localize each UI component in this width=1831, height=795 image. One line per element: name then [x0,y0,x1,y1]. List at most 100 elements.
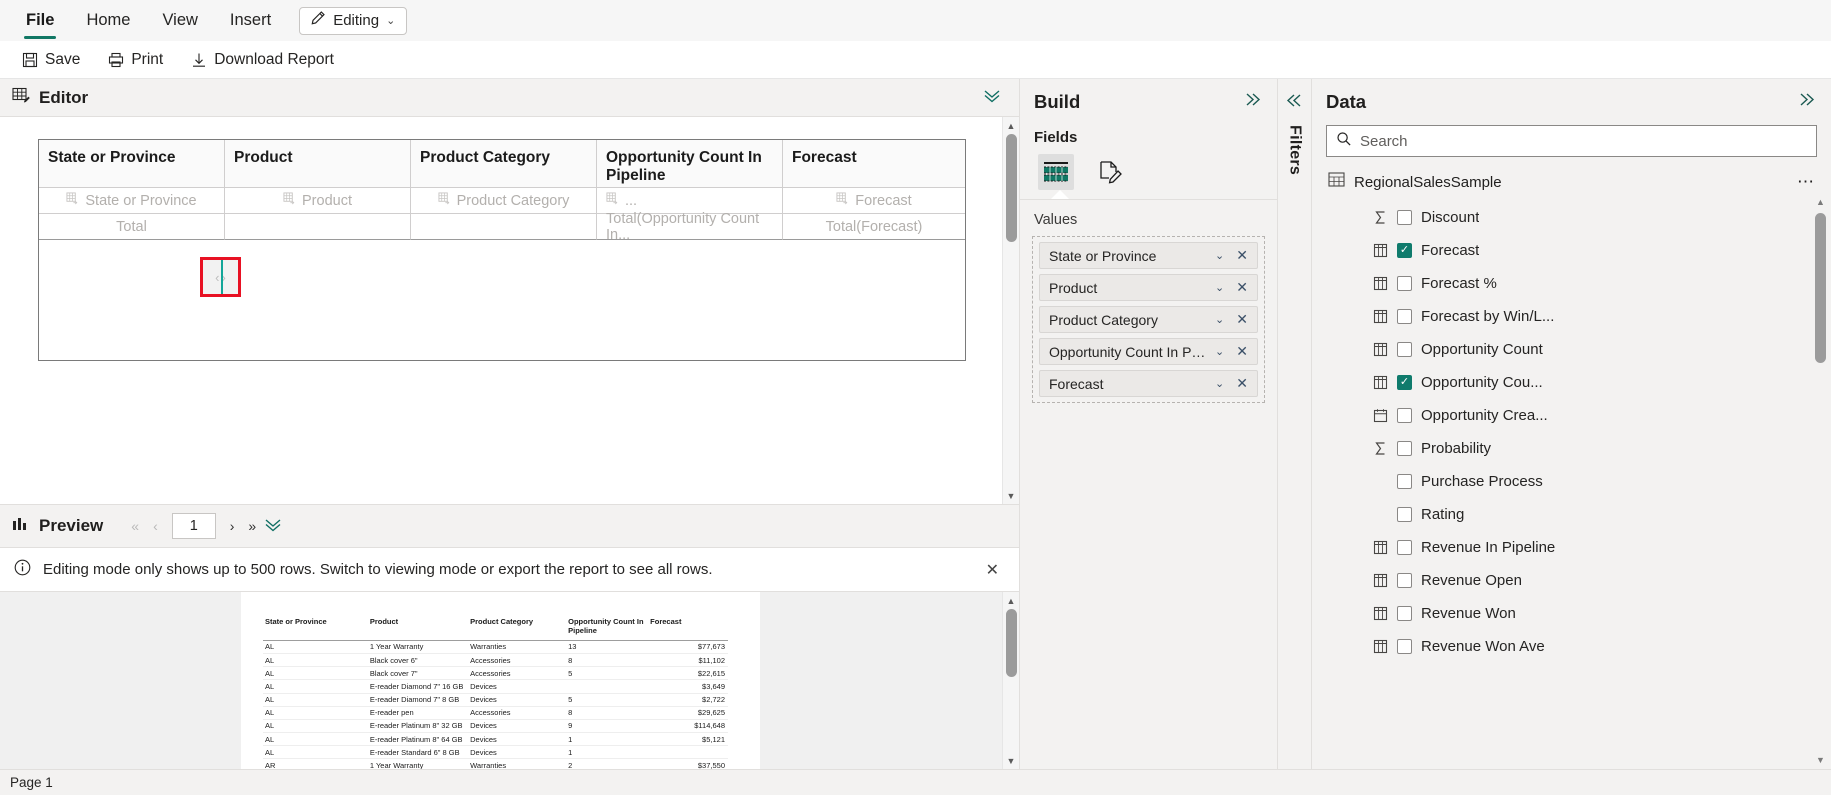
ribbon-tab-insert[interactable]: Insert [214,0,287,41]
tablix-detail-cell[interactable]: Product [225,188,411,214]
fields-tab-button[interactable] [1038,154,1074,190]
field-checkbox[interactable] [1397,243,1412,258]
chevron-double-right-icon[interactable] [1239,90,1267,114]
ribbon-tab-home[interactable]: Home [70,0,146,41]
chevron-down-icon[interactable]: ⌄ [1210,313,1229,326]
data-field-row[interactable]: Revenue Won Ave [1312,630,1831,663]
field-checkbox[interactable] [1397,441,1412,456]
last-page-button[interactable]: » [248,518,256,534]
scroll-down-icon[interactable]: ▼ [1815,755,1826,765]
data-field-row[interactable]: Opportunity Crea... [1312,399,1831,432]
remove-field-icon[interactable]: ✕ [1233,247,1251,264]
value-well-item[interactable]: Product ⌄ ✕ [1039,274,1258,301]
download-report-button[interactable]: Download Report [187,45,338,75]
tablix-detail-cell[interactable]: State or Province [39,188,225,214]
scroll-up-icon[interactable]: ▲ [1815,197,1826,207]
save-button[interactable]: Save [18,45,84,75]
tablix-total-cell[interactable] [411,214,597,240]
chevron-down-icon[interactable]: ⌄ [1210,377,1229,390]
dataset-row[interactable]: RegionalSalesSample ⋯ [1312,157,1831,193]
chevron-down-icon[interactable]: ⌄ [1210,345,1229,358]
field-checkbox[interactable] [1397,408,1412,423]
preview-scroll-track[interactable] [1005,609,1017,752]
chevron-down-icon[interactable]: ⌄ [1210,249,1229,262]
chevron-double-down-icon[interactable] [975,85,1009,110]
data-field-row[interactable]: Opportunity Count [1312,333,1831,366]
tablix-total-cell[interactable]: Total(Opportunity Count In... [597,211,783,243]
tablix-detail-cell[interactable]: Forecast [783,188,965,214]
scroll-up-icon[interactable]: ▲ [1003,592,1020,609]
tablix-detail-cell[interactable]: Product Category [411,188,597,214]
chevron-down-icon[interactable]: ⌄ [1210,281,1229,294]
data-field-row[interactable]: Probability [1312,432,1831,465]
data-field-list[interactable]: Discount Forecast Forecast % Forecast by Wi… [1312,193,1831,769]
chevron-double-right-icon[interactable] [1793,90,1821,114]
tablix-total-cell[interactable]: Total [39,214,225,240]
data-field-row[interactable]: Forecast % [1312,267,1831,300]
tablix-designer[interactable]: State or Province Product Product Catego… [38,139,966,361]
chevron-double-down-icon[interactable] [256,514,290,539]
remove-field-icon[interactable]: ✕ [1233,375,1251,392]
remove-field-icon[interactable]: ✕ [1233,311,1251,328]
field-checkbox[interactable] [1397,309,1412,324]
first-page-button[interactable]: « [131,518,139,534]
data-field-row[interactable]: Revenue Open [1312,564,1831,597]
editing-mode-dropdown[interactable]: Editing ⌄ [299,6,408,35]
scroll-down-icon[interactable]: ▼ [1003,752,1020,769]
field-checkbox[interactable] [1397,375,1412,390]
value-well-item[interactable]: Forecast ⌄ ✕ [1039,370,1258,397]
search-input[interactable] [1360,132,1807,150]
data-field-row[interactable]: Revenue In Pipeline [1312,531,1831,564]
data-field-row[interactable]: Forecast [1312,234,1831,267]
field-checkbox[interactable] [1397,342,1412,357]
field-checkbox[interactable] [1397,639,1412,654]
preview-scroll-area[interactable]: State or Province Product Product Catego… [0,592,1002,769]
print-button[interactable]: Print [104,45,167,75]
scroll-up-icon[interactable]: ▲ [1003,117,1020,134]
remove-field-icon[interactable]: ✕ [1233,343,1251,360]
field-checkbox[interactable] [1397,540,1412,555]
data-scroll-thumb[interactable] [1815,213,1826,363]
preview-vertical-scrollbar[interactable]: ▲ ▼ [1002,592,1019,769]
field-checkbox[interactable] [1397,606,1412,621]
dataset-more-options[interactable]: ⋯ [1791,172,1821,192]
scroll-down-icon[interactable]: ▼ [1003,487,1020,504]
field-checkbox[interactable] [1397,210,1412,225]
data-search-box[interactable] [1326,125,1817,157]
tablix-total-cell[interactable]: Total(Forecast) [783,214,965,240]
editor-canvas[interactable]: State or Province Product Product Catego… [0,117,1002,504]
editor-scroll-thumb[interactable] [1005,134,1017,242]
data-field-row[interactable]: Discount [1312,201,1831,234]
data-field-row[interactable]: Forecast by Win/L... [1312,300,1831,333]
chevron-double-left-icon[interactable] [1285,93,1304,113]
data-field-row[interactable]: Opportunity Cou... [1312,366,1831,399]
prev-page-button[interactable]: ‹ [153,518,158,534]
tablix-header-cell[interactable]: Product Category [411,140,597,188]
data-field-row[interactable]: Revenue Won [1312,597,1831,630]
tablix-header-cell[interactable]: State or Province [39,140,225,188]
ribbon-tab-file[interactable]: File [10,0,70,41]
close-icon[interactable]: ✕ [980,560,1005,580]
remove-field-icon[interactable]: ✕ [1233,279,1251,296]
page-number-input[interactable] [171,513,216,539]
editor-scroll-track[interactable] [1005,134,1017,487]
value-well-item[interactable]: Opportunity Count In Pipeline ⌄ ✕ [1039,338,1258,365]
data-field-row[interactable]: Rating [1312,498,1831,531]
ribbon-tab-view[interactable]: View [146,0,213,41]
editor-vertical-scrollbar[interactable]: ▲ ▼ [1002,117,1019,504]
format-tab-button[interactable] [1092,154,1128,190]
value-well-item[interactable]: State or Province ⌄ ✕ [1039,242,1258,269]
preview-scroll-thumb[interactable] [1005,609,1017,677]
values-well-container[interactable]: State or Province ⌄ ✕ Product ⌄ ✕ Product Cate… [1032,236,1265,403]
tablix-header-cell[interactable]: Forecast [783,140,965,188]
data-panel-scrollbar[interactable]: ▲ ▼ [1815,197,1826,765]
tablix-total-cell[interactable] [225,214,411,240]
field-checkbox[interactable] [1397,507,1412,522]
filters-rail[interactable]: Filters [1278,79,1312,769]
next-page-button[interactable]: › [230,518,235,534]
tablix-header-cell[interactable]: Opportunity Count In Pipeline [597,140,783,188]
data-field-row[interactable]: Purchase Process [1312,465,1831,498]
field-checkbox[interactable] [1397,474,1412,489]
value-well-item[interactable]: Product Category ⌄ ✕ [1039,306,1258,333]
field-checkbox[interactable] [1397,276,1412,291]
